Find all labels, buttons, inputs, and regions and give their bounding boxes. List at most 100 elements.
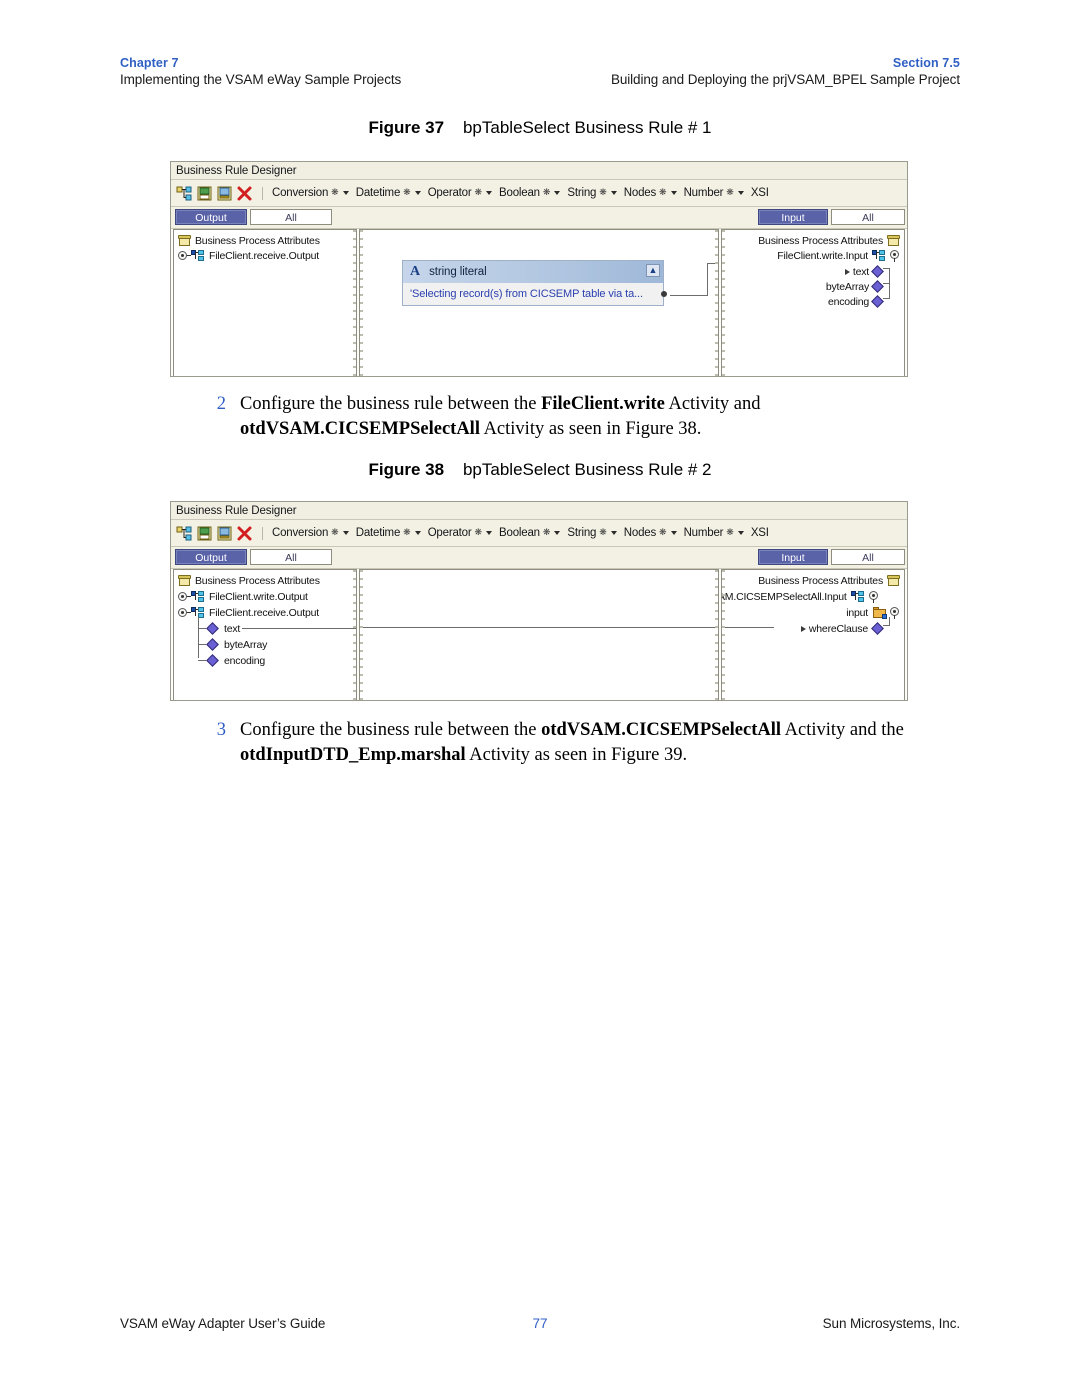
- tree-item-fileclient-receive-output[interactable]: FileClient.receive.Output: [178, 605, 319, 620]
- menu-boolean[interactable]: Boolean ❋: [499, 186, 561, 199]
- menu-operator[interactable]: Operator ❋: [428, 187, 493, 199]
- expand-icon[interactable]: [178, 607, 191, 618]
- tree-item-input[interactable]: input: [846, 605, 900, 620]
- string-literal-header[interactable]: A string literal ▲: [403, 261, 663, 283]
- brd-tabs-1[interactable]: Output All Input All: [171, 207, 907, 229]
- tab-input-1[interactable]: Input: [758, 209, 828, 225]
- tree-item-business-process-attributes[interactable]: Business Process Attributes: [758, 233, 900, 248]
- delete-icon[interactable]: [236, 525, 253, 542]
- tree-item-encoding[interactable]: encoding: [825, 294, 884, 309]
- menu-operator[interactable]: Operator ❋: [428, 527, 493, 539]
- tree-item-business-process-attributes[interactable]: Business Process Attributes: [178, 573, 320, 588]
- asterisk-icon: ❋: [726, 526, 734, 537]
- menu-boolean[interactable]: Boolean ❋: [499, 527, 561, 539]
- save-icon[interactable]: [196, 525, 213, 542]
- tree-item-text[interactable]: text: [844, 264, 884, 279]
- chevron-down-icon[interactable]: [670, 531, 677, 535]
- collapse-icon[interactable]: ▲: [646, 264, 660, 277]
- chevron-down-icon[interactable]: [670, 191, 677, 195]
- menu-number[interactable]: Number ❋: [684, 527, 744, 539]
- output-tree-panel-1[interactable]: Business Process Attributes FileClient.r…: [173, 229, 357, 376]
- tree-item-fileclient-receive-output[interactable]: FileClient.receive.Output: [178, 248, 319, 263]
- chevron-down-icon[interactable]: [554, 191, 561, 195]
- map-icon[interactable]: [176, 185, 193, 202]
- output-tree-panel-2[interactable]: Business Process Attributes FileClient.w…: [173, 569, 357, 700]
- chevron-down-icon[interactable]: [342, 191, 349, 195]
- chevron-down-icon[interactable]: [737, 531, 744, 535]
- tree-item-bytearray[interactable]: byteArray: [206, 637, 267, 652]
- tree-item-fileclient-write-output[interactable]: FileClient.write.Output: [178, 589, 308, 604]
- chevron-down-icon[interactable]: [554, 531, 561, 535]
- tab-output-2[interactable]: Output: [175, 549, 247, 565]
- brd-toolbar-1[interactable]: Conversion ❋ Datetime ❋ Operator ❋ Boole…: [171, 180, 907, 207]
- output-port-dot[interactable]: [661, 291, 667, 297]
- menu-xsi[interactable]: XSI: [751, 527, 769, 539]
- tree-item-encoding[interactable]: encoding: [206, 653, 265, 668]
- expand-icon[interactable]: [888, 249, 900, 262]
- save-as-icon[interactable]: [216, 525, 233, 542]
- step-3: 3 Configure the business rule between th…: [212, 718, 972, 767]
- step-2-part1: Configure the business rule between the: [240, 394, 542, 414]
- tree-item-fileclient-write-input[interactable]: FileClient.write.Input: [777, 248, 900, 263]
- chevron-down-icon[interactable]: [610, 531, 617, 535]
- tree-item-business-process-attributes[interactable]: Business Process Attributes: [178, 233, 320, 248]
- tab-input-all-2[interactable]: All: [831, 549, 905, 565]
- tree-item-whereclause[interactable]: whereClause: [800, 621, 884, 636]
- business-rule-designer-window-2[interactable]: Business Rule Designer Conversion ❋ Date…: [170, 501, 908, 701]
- chevron-down-icon[interactable]: [737, 191, 744, 195]
- menu-conversion[interactable]: Conversion ❋: [272, 527, 349, 539]
- brd-tabs-2[interactable]: Output All Input All: [171, 547, 907, 569]
- menu-datetime[interactable]: Datetime ❋: [356, 187, 421, 199]
- chevron-down-icon[interactable]: [486, 191, 493, 195]
- chevron-down-icon[interactable]: [610, 191, 617, 195]
- expand-icon[interactable]: [867, 590, 879, 603]
- input-tree-panel-1[interactable]: Business Process Attributes FileClient.w…: [721, 229, 905, 376]
- menu-conversion-label: Conversion: [272, 187, 329, 199]
- tree-item-cicsempselectall-input[interactable]: AM.CICSEMPSelectAll.Input: [721, 589, 879, 604]
- menu-xsi[interactable]: XSI: [751, 187, 769, 199]
- tree-item-business-process-attributes[interactable]: Business Process Attributes: [758, 573, 900, 588]
- chevron-down-icon[interactable]: [414, 531, 421, 535]
- tree-item-label: Business Process Attributes: [758, 234, 883, 247]
- chevron-down-icon[interactable]: [486, 531, 493, 535]
- rule-canvas-2[interactable]: [359, 569, 719, 700]
- input-tree-panel-2[interactable]: Business Process Attributes AM.CICSEMPSe…: [721, 569, 905, 700]
- tree-item-text[interactable]: text: [206, 621, 240, 636]
- figure-38-caption: Figure 38 bpTableSelect Business Rule # …: [0, 460, 1080, 480]
- tab-output-all-2[interactable]: All: [250, 549, 332, 565]
- tree-item-bytearray[interactable]: byteArray: [823, 279, 884, 294]
- expand-icon[interactable]: [178, 250, 191, 261]
- delete-icon[interactable]: [236, 185, 253, 202]
- business-rule-designer-window-1[interactable]: Business Rule Designer Conversion ❋ Date…: [170, 161, 908, 377]
- brd-toolbar-2[interactable]: Conversion ❋ Datetime ❋ Operator ❋ Boole…: [171, 520, 907, 547]
- chevron-down-icon[interactable]: [342, 531, 349, 535]
- tab-input-all-1[interactable]: All: [831, 209, 905, 225]
- menu-conversion[interactable]: Conversion ❋: [272, 187, 349, 199]
- menu-nodes[interactable]: Nodes ❋: [624, 527, 677, 539]
- menu-nodes-label: Nodes: [623, 187, 657, 199]
- map-icon[interactable]: [176, 525, 193, 542]
- tab-output-1[interactable]: Output: [175, 209, 247, 225]
- save-as-icon[interactable]: [216, 185, 233, 202]
- diamond-icon: [206, 622, 219, 635]
- step-2-bold1: FileClient.write: [541, 394, 665, 414]
- menu-string[interactable]: String ❋: [567, 187, 617, 199]
- string-literal-value-row[interactable]: 'Selecting record(s) from CICSEMP table …: [403, 283, 667, 305]
- save-icon[interactable]: [196, 185, 213, 202]
- menu-nodes[interactable]: Nodes ❋: [624, 187, 677, 199]
- menu-string[interactable]: String ❋: [567, 527, 617, 539]
- tab-output-all-1[interactable]: All: [250, 209, 332, 225]
- menu-number[interactable]: Number ❋: [684, 187, 744, 199]
- expand-icon[interactable]: [178, 591, 191, 602]
- string-literal-node[interactable]: A string literal ▲ 'Selecting record(s) …: [402, 260, 667, 306]
- tab-input-2[interactable]: Input: [758, 549, 828, 565]
- rule-canvas-1[interactable]: A string literal ▲ 'Selecting record(s) …: [359, 229, 719, 376]
- menu-xsi-label: XSI: [750, 527, 769, 539]
- tree-item-label: AM.CICSEMPSelectAll.Input: [721, 590, 847, 603]
- step-2-part3: Activity as seen in Figure 38.: [479, 418, 702, 439]
- tree-item-label: FileClient.receive.Output: [209, 249, 319, 262]
- asterisk-icon: ❋: [542, 186, 551, 197]
- menu-datetime[interactable]: Datetime ❋: [356, 527, 421, 539]
- canvas-edge-ticks-right: [715, 230, 718, 376]
- chevron-down-icon[interactable]: [414, 191, 421, 195]
